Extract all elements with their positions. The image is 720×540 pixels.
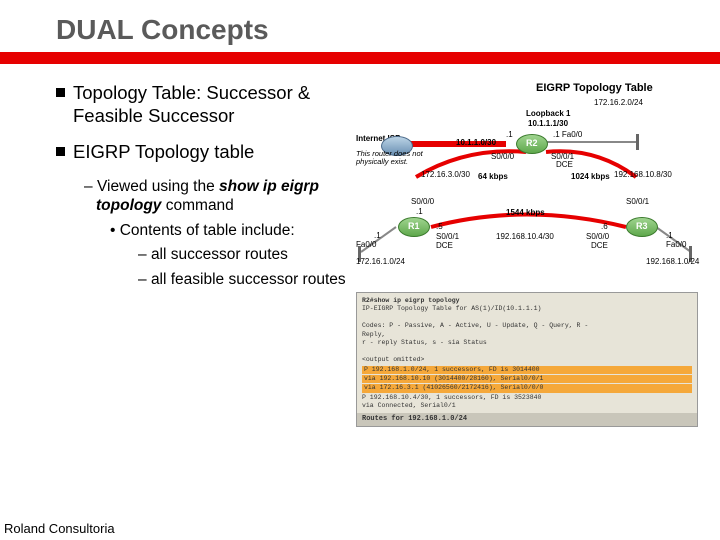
bullet-topology-table: Topology Table: Successor & Feasible Suc… xyxy=(56,82,356,127)
slide-title: DUAL Concepts xyxy=(0,0,720,52)
sub-successor-routes: all successor routes xyxy=(138,246,356,265)
net-label: 192.168.10.8/30 xyxy=(614,170,672,179)
if-label: .1 xyxy=(374,231,381,240)
if-label: Fa0/0 xyxy=(666,240,686,249)
term-line: r - reply Status, s - sia Status xyxy=(362,339,692,347)
router-note: This router does not physically exist. xyxy=(356,150,426,167)
dce-label: DCE xyxy=(591,241,608,250)
if-label: .6 xyxy=(601,222,608,231)
loopback-label: Loopback 1 xyxy=(526,109,570,118)
net-label: 172.16.3.0/30 xyxy=(421,170,470,179)
term-highlight: via 192.168.10.10 (3014400/28160), Seria… xyxy=(362,375,692,383)
term-line: IP-EIGRP Topology Table for AS(1)/ID(10.… xyxy=(362,305,692,313)
if-label: .5 xyxy=(436,222,443,231)
speed-label: 1544 kbps xyxy=(506,208,545,217)
router-r3-label: R3 xyxy=(636,221,648,231)
dce-label: DCE xyxy=(556,160,573,169)
if-label: S0/0/1 xyxy=(626,197,649,206)
term-cmd: R2#show ip eigrp topology xyxy=(362,297,692,305)
bullet-square-icon xyxy=(56,88,65,97)
bullet-text: EIGRP Topology table xyxy=(73,141,254,164)
net-label: 192.168.10.4/30 xyxy=(496,232,554,241)
dce-label: DCE xyxy=(436,241,453,250)
loopback-ip: 10.1.1.1/30 xyxy=(528,119,568,128)
sub-text-post: command xyxy=(161,197,233,214)
sub-viewed-using: Viewed using the show ip eigrp topology … xyxy=(84,178,356,216)
term-line: via Connected, Serial0/1 xyxy=(362,402,692,410)
term-line: <output omitted> xyxy=(362,356,692,364)
bullet-text: Topology Table: Successor & Feasible Suc… xyxy=(73,82,356,127)
sub-text-pre: Viewed using the xyxy=(97,178,219,195)
if-label: .1 xyxy=(666,231,673,240)
bullet-eigrp-topology: EIGRP Topology table xyxy=(56,141,356,164)
sub-contents-include: Contents of table include: xyxy=(110,222,356,241)
bullet-square-icon xyxy=(56,147,65,156)
term-footer: Routes for 192.168.1.0/24 xyxy=(357,413,697,426)
accent-bar xyxy=(0,52,720,64)
router-r2-label: R2 xyxy=(526,138,538,148)
term-line: Codes: P - Passive, A - Active, U - Upda… xyxy=(362,322,692,330)
left-column: Topology Table: Successor & Feasible Suc… xyxy=(56,82,356,296)
router-r1-label: R1 xyxy=(408,221,420,231)
if-label: S0/0/0 xyxy=(586,232,609,241)
terminal-output: R2#show ip eigrp topology IP-EIGRP Topol… xyxy=(356,292,698,427)
content-area: Topology Table: Successor & Feasible Suc… xyxy=(0,64,720,296)
term-highlight: P 192.168.1.0/24, 1 successors, FD is 30… xyxy=(362,366,692,374)
net-label: 172.16.2.0/24 xyxy=(594,98,643,107)
if-label: S0/0/1 xyxy=(436,232,459,241)
slide-footer: Roland Consultoria xyxy=(4,521,115,536)
speed-label: 64 kbps xyxy=(478,172,508,181)
term-line: Reply, xyxy=(362,331,692,339)
if-label: S0/0/0 xyxy=(491,152,514,161)
speed-label: 1024 kbps xyxy=(571,172,610,181)
diagram-area: EIGRP Topology Table 172.16.2.0/24 Loopb… xyxy=(356,82,696,296)
diagram-title: EIGRP Topology Table xyxy=(536,82,653,94)
if-label: Fa0/0 xyxy=(356,240,376,249)
if-label: .1 Fa0/0 xyxy=(553,130,582,139)
sub-feasible-successor-routes: all feasible successor routes xyxy=(138,271,356,290)
if-label: S0/0/0 xyxy=(411,197,434,206)
if-label: .1 xyxy=(416,207,423,216)
link-label: 10.1.1.0/30 xyxy=(456,138,496,147)
lan-label: 192.168.1.0/24 xyxy=(646,257,699,266)
lan-label: 172.16.1.0/24 xyxy=(356,257,405,266)
term-highlight: via 172.16.3.1 (41026560/2172416), Seria… xyxy=(362,384,692,392)
term-line: P 192.168.10.4/30, 1 successors, FD is 3… xyxy=(362,394,692,402)
if-label: .1 xyxy=(506,130,513,139)
